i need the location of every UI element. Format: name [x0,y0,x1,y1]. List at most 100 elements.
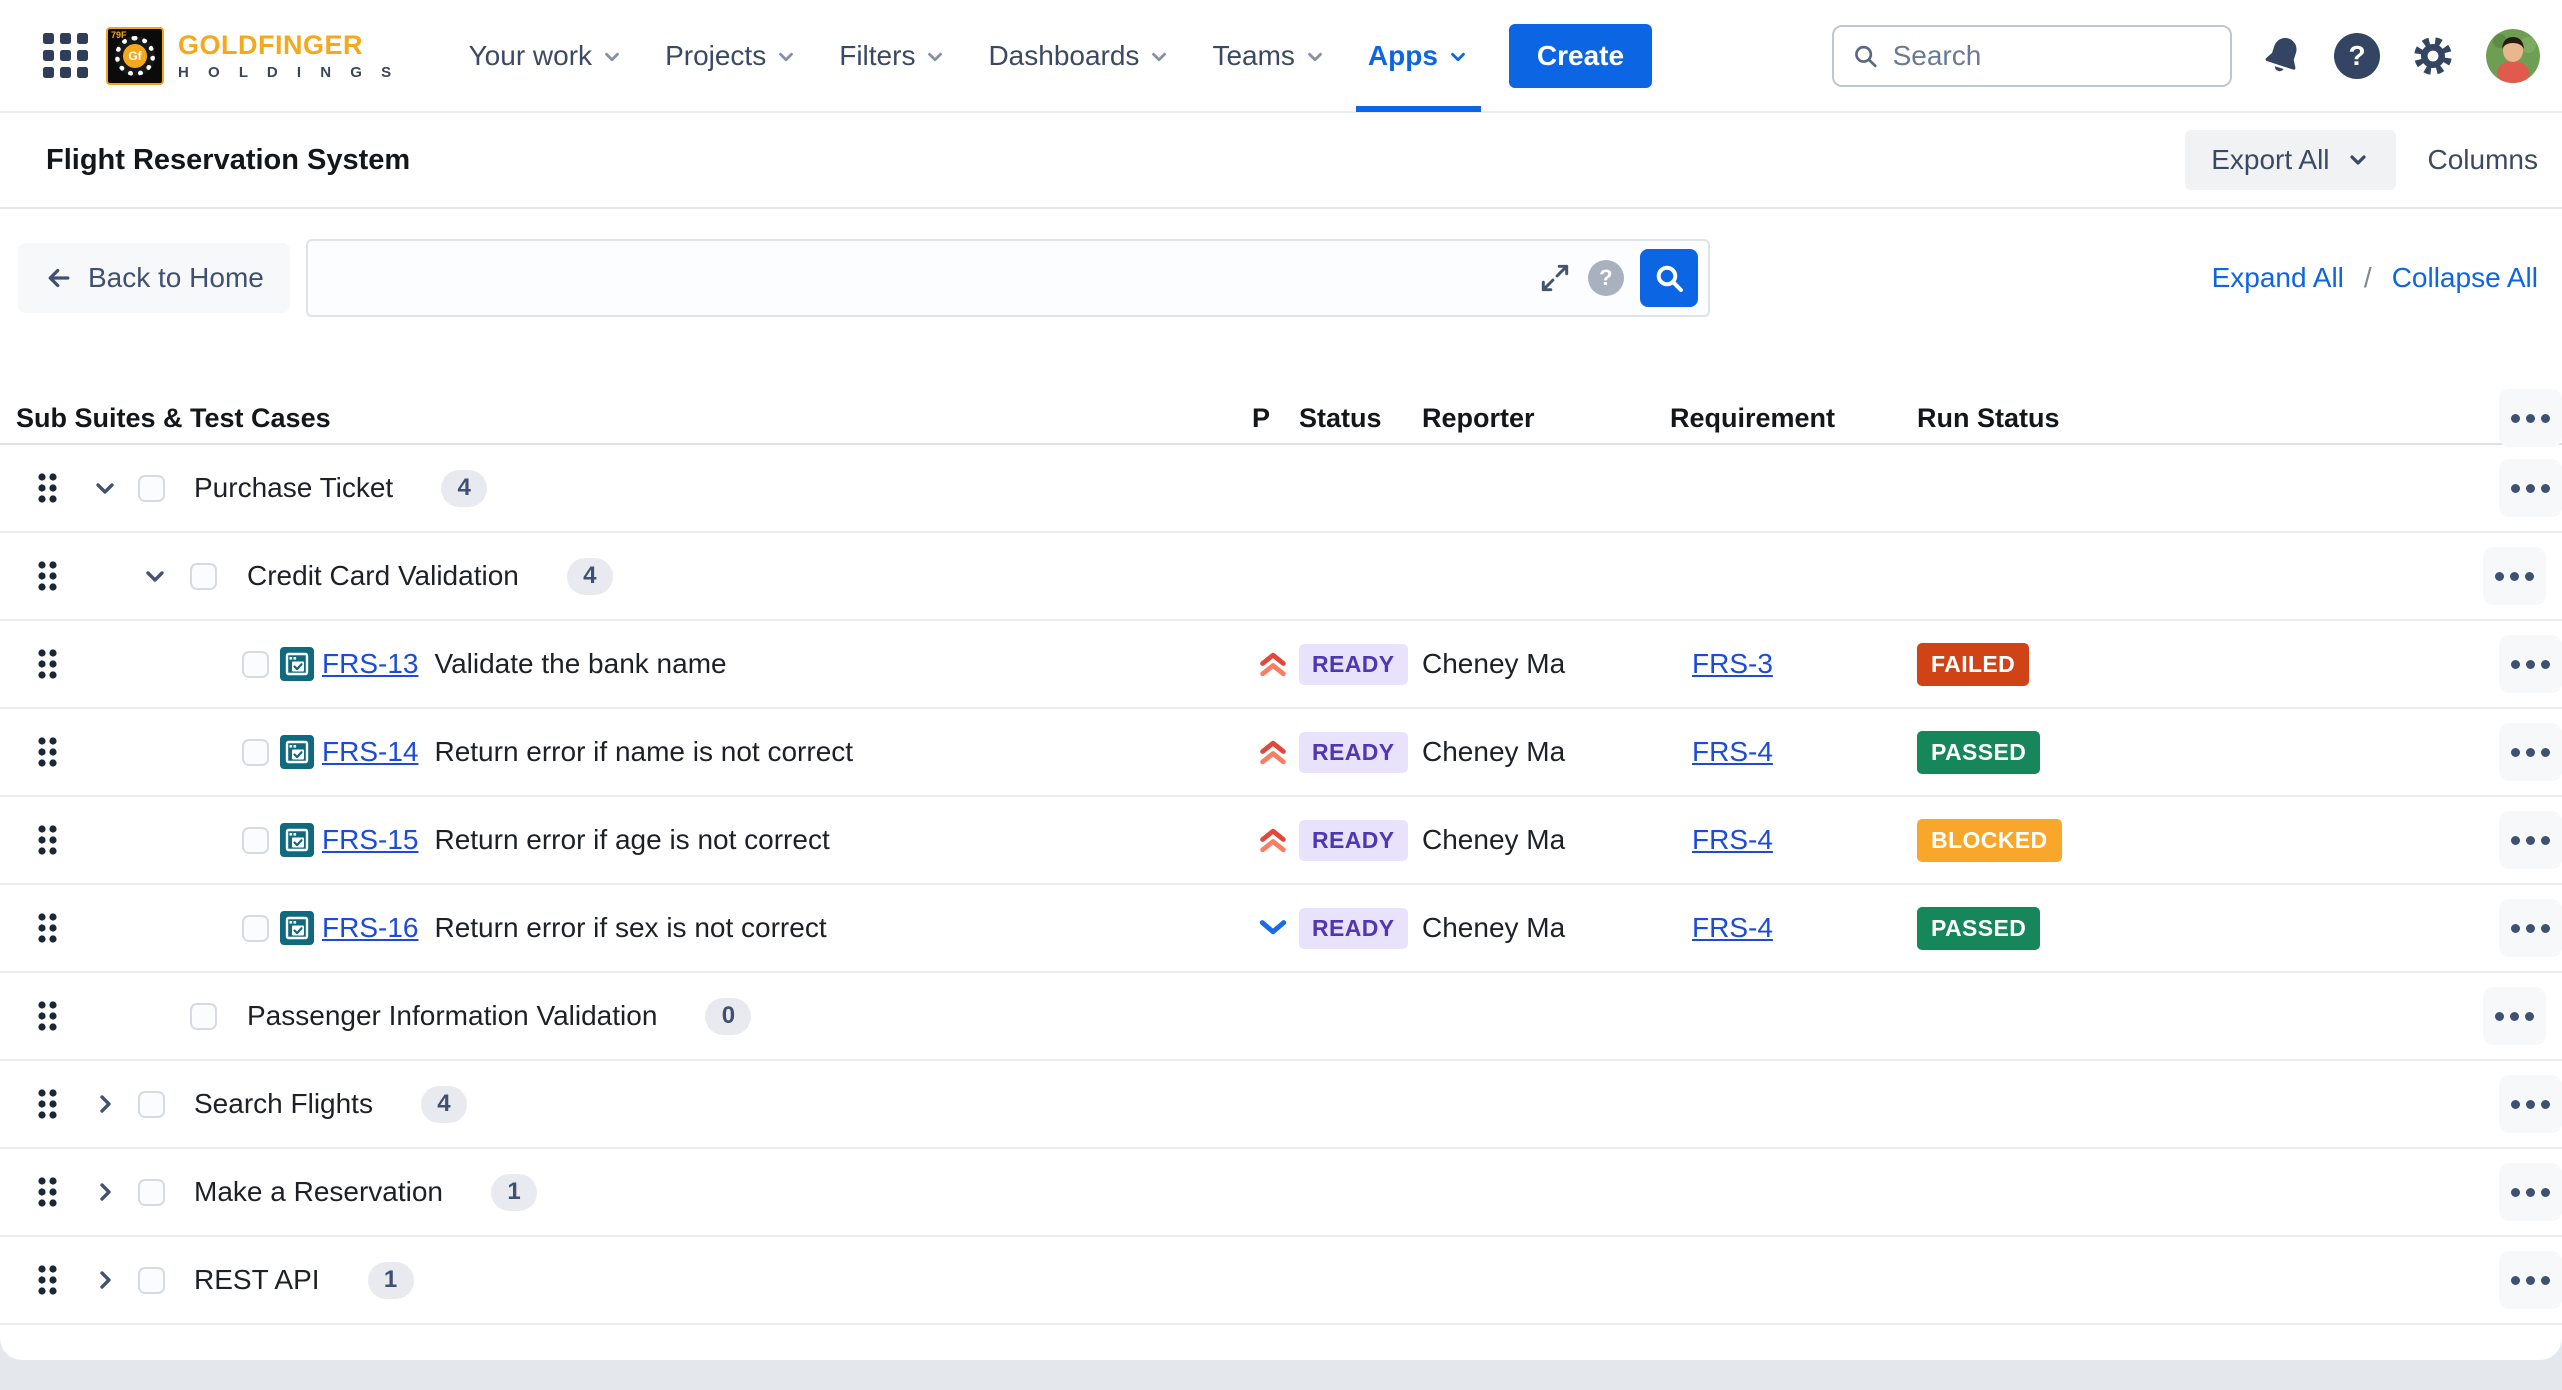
nav-item-teams[interactable]: Teams [1198,0,1339,112]
test-key-link[interactable]: FRS-14 [322,736,418,768]
collapse-all-link[interactable]: Collapse All [2392,262,2538,294]
global-search [1832,25,2232,87]
app-switcher-icon[interactable] [40,31,90,81]
test-key-link[interactable]: FRS-13 [322,648,418,680]
suite-tree-cell: Search Flights 4 [16,1085,1252,1123]
tree-controls: Expand All / Collapse All [2212,262,2538,294]
ellipsis-icon [2511,484,2550,493]
test-title: Validate the bank name [434,648,726,680]
status-badge: READY [1299,820,1408,861]
test-tree-cell: FRS-13 Validate the bank name [16,645,1252,683]
suite-label: REST API [194,1264,320,1296]
run-status-badge: PASSED [1917,907,2040,950]
ellipsis-icon [2511,748,2550,757]
chevron-down-icon [1148,46,1170,68]
requirement-link[interactable]: FRS-4 [1692,736,1773,768]
requirement-link[interactable]: FRS-4 [1692,912,1773,944]
row-checkbox[interactable] [138,1267,165,1294]
count-badge: 4 [567,558,613,595]
row-actions-button[interactable] [2499,899,2562,957]
row-checkbox[interactable] [242,827,269,854]
global-search-input[interactable] [1893,40,2212,72]
row-checkbox[interactable] [242,739,269,766]
back-to-home-button[interactable]: Back to Home [18,243,290,313]
help-button[interactable]: ? [2334,33,2380,79]
col-requirement: Requirement [1670,403,1917,434]
reporter-name: Cheney Ma [1422,824,1670,856]
expand-all-link[interactable]: Expand All [2212,262,2344,294]
expand-editor-icon[interactable] [1538,261,1572,295]
columns-button[interactable]: Columns [2428,144,2538,176]
drag-handle[interactable] [34,1085,60,1123]
count-badge: 1 [491,1174,537,1211]
top-nav: 79F Gf GOLDFINGER H O L D I N G S Your w… [0,0,2562,113]
row-checkbox[interactable] [138,1179,165,1206]
row-checkbox[interactable] [138,1091,165,1118]
drag-handle[interactable] [34,909,60,947]
user-avatar[interactable] [2486,29,2540,83]
test-key-link[interactable]: FRS-16 [322,912,418,944]
chevron-down-icon [601,46,623,68]
requirement-link[interactable]: FRS-4 [1692,824,1773,856]
row-actions-button[interactable] [2499,1075,2562,1133]
row-actions-button[interactable] [2483,547,2546,605]
nav-item-apps[interactable]: Apps [1354,0,1483,112]
row-checkbox[interactable] [242,651,269,678]
collapse-chevron-icon[interactable] [93,476,117,500]
row-checkbox[interactable] [190,1003,217,1030]
nav-item-projects[interactable]: Projects [651,0,811,112]
col-sub-suites: Sub Suites & Test Cases [16,403,1252,434]
table-actions-button[interactable] [2499,389,2562,447]
filter-query-box: ? [306,239,1710,317]
priority-highest-icon [1258,651,1288,678]
filter-input[interactable] [326,262,1522,294]
test-case-row: FRS-14 Return error if name is not corre… [0,709,2562,797]
drag-handle[interactable] [34,821,60,859]
suite-tree-cell: Make a Reservation 1 [16,1173,1252,1211]
test-case-icon [280,735,314,769]
filter-search-button[interactable] [1640,249,1698,307]
row-checkbox[interactable] [138,475,165,502]
drag-handle[interactable] [34,733,60,771]
row-checkbox[interactable] [242,915,269,942]
row-actions-button[interactable] [2499,1251,2562,1309]
row-actions-button[interactable] [2499,723,2562,781]
row-actions-button[interactable] [2499,635,2562,693]
expand-chevron-icon[interactable] [93,1092,117,1116]
notifications-button[interactable] [2262,35,2304,77]
export-all-label: Export All [2211,144,2329,176]
count-badge: 4 [441,470,487,507]
settings-button[interactable] [2410,33,2456,79]
drag-handle[interactable] [34,1261,60,1299]
export-all-button[interactable]: Export All [2185,130,2395,190]
row-actions-button[interactable] [2483,987,2546,1045]
nav-item-filters[interactable]: Filters [825,0,960,112]
test-key-link[interactable]: FRS-15 [322,824,418,856]
query-help-icon[interactable]: ? [1588,260,1624,296]
drag-handle[interactable] [34,645,60,683]
test-title: Return error if age is not correct [434,824,829,856]
brand-name: GOLDFINGER [178,30,399,61]
create-button[interactable]: Create [1509,24,1652,88]
row-actions-button[interactable] [2499,1163,2562,1221]
collapse-chevron-icon[interactable] [143,564,167,588]
app-window: 79F Gf GOLDFINGER H O L D I N G S Your w… [0,0,2562,1360]
expand-chevron-icon[interactable] [93,1180,117,1204]
drag-handle[interactable] [34,557,60,595]
ellipsis-icon [2495,1012,2534,1021]
toolbar: Back to Home ? Expand All / Collapse All [0,209,2562,317]
row-checkbox[interactable] [190,563,217,590]
col-run-status: Run Status [1917,403,2440,434]
expand-chevron-icon[interactable] [93,1268,117,1292]
nav-item-your-work[interactable]: Your work [455,0,637,112]
nav-item-dashboards[interactable]: Dashboards [974,0,1184,112]
row-actions-button[interactable] [2499,811,2562,869]
table-header: Sub Suites & Test Cases P Status Reporte… [0,389,2562,445]
suite-label: Passenger Information Validation [247,1000,657,1032]
drag-handle[interactable] [34,997,60,1035]
brand-logo[interactable]: 79F Gf GOLDFINGER H O L D I N G S [106,27,399,85]
drag-handle[interactable] [34,469,60,507]
drag-handle[interactable] [34,1173,60,1211]
requirement-link[interactable]: FRS-3 [1692,648,1773,680]
row-actions-button[interactable] [2499,459,2562,517]
